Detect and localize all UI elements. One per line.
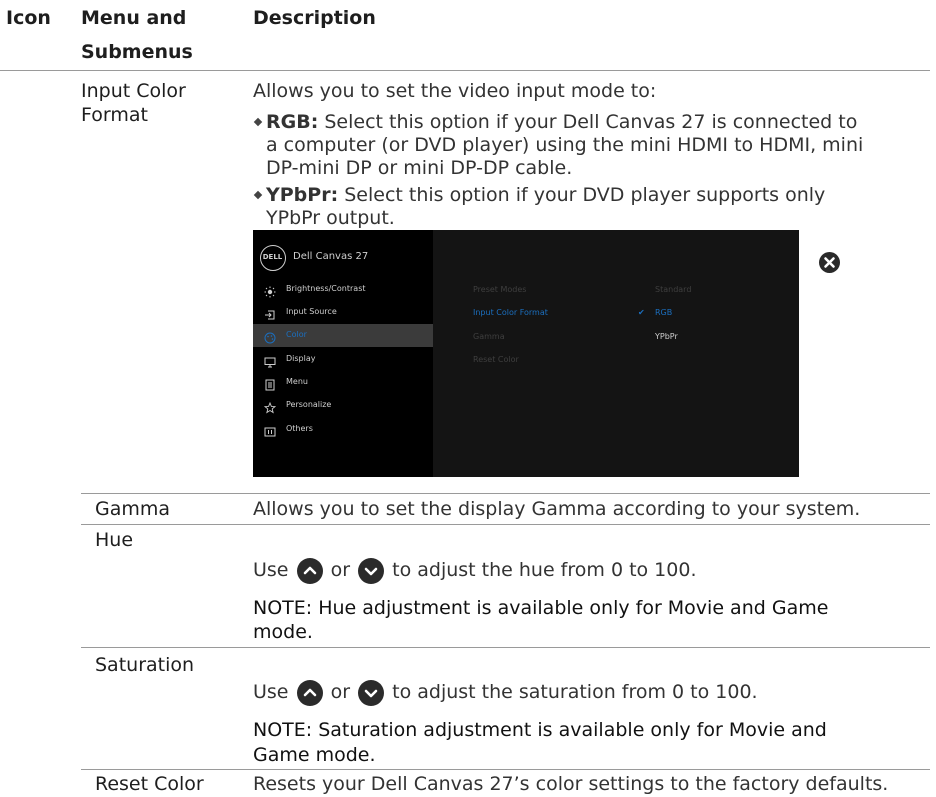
close-icon[interactable] xyxy=(819,252,840,273)
osd-submenu-label: Input Color Format xyxy=(473,308,548,317)
osd-submenu-item[interactable]: Preset Modes Standard xyxy=(433,285,799,301)
header-menu-line2: Submenus xyxy=(81,41,193,63)
osd-submenu: Preset Modes Standard Input Color Format ✔ R… xyxy=(433,230,799,477)
osd-submenu-value: Standard xyxy=(655,285,692,294)
saturation-note-1: NOTE: Saturation adjustment is available… xyxy=(253,719,827,741)
ypbpr-term: YPbPr: xyxy=(266,184,339,206)
down-arrow-icon xyxy=(358,557,385,584)
up-arrow-icon xyxy=(296,557,323,584)
osd-menu-screenshot: DELL Dell Canvas 27 Brightness/Contrast I… xyxy=(253,230,799,477)
bullet-icon xyxy=(253,190,263,200)
sun-icon xyxy=(264,283,276,298)
row-label-hue: Hue xyxy=(95,529,134,551)
saturation-or: or xyxy=(330,681,351,703)
header-description: Description xyxy=(253,7,376,29)
osd-main-menu: DELL Dell Canvas 27 Brightness/Contrast I… xyxy=(253,230,433,477)
saturation-use: Use xyxy=(253,681,289,703)
osd-submenu-label: Preset Modes xyxy=(473,285,527,294)
osd-menu-item-label: Menu xyxy=(286,377,308,386)
osd-menu-item[interactable]: Menu xyxy=(253,371,433,394)
hue-note-1: NOTE: Hue adjustment is available only f… xyxy=(253,597,829,619)
row-divider xyxy=(81,524,930,525)
rgb-desc-2: a computer (or DVD player) using the min… xyxy=(266,134,864,156)
osd-menu-item[interactable]: Brightness/Contrast xyxy=(253,278,433,301)
rgb-option-line1: RGB: Select this option if your Dell Can… xyxy=(253,111,857,134)
row-label-input-color-format-1: Input Color xyxy=(81,80,186,102)
dell-logo-text: DELL xyxy=(262,253,283,261)
hue-desc: Use or to adjust the hue from 0 to 100. xyxy=(253,556,697,584)
osd-menu-item-label: Color xyxy=(286,330,307,339)
osd-submenu-item[interactable]: Reset Color xyxy=(433,355,799,371)
osd-menu-item-label: Display xyxy=(286,354,316,363)
gamma-desc: Allows you to set the display Gamma acco… xyxy=(253,498,861,520)
header-menu-line1: Menu and xyxy=(81,7,187,29)
menu-list-icon xyxy=(264,376,276,391)
bullet-icon xyxy=(253,117,263,127)
down-arrow-icon xyxy=(358,679,385,706)
osd-menu-item-label: Brightness/Contrast xyxy=(286,284,366,293)
osd-menu-item-label: Personalize xyxy=(286,400,332,409)
rgb-term: RGB: xyxy=(266,111,319,133)
osd-submenu-value: RGB xyxy=(655,308,673,317)
saturation-note-2: Game mode. xyxy=(253,744,376,766)
reset-color-desc: Resets your Dell Canvas 27’s color setti… xyxy=(253,773,889,795)
hue-desc-tail: to adjust the hue from 0 to 100. xyxy=(392,559,697,581)
osd-submenu-item[interactable]: Gamma YPbPr xyxy=(433,332,799,348)
ypbpr-desc-1: Select this option if your DVD player su… xyxy=(338,184,826,206)
dell-logo: DELL xyxy=(260,245,286,271)
row-label-gamma: Gamma xyxy=(95,498,171,520)
row-label-input-color-format-2: Format xyxy=(81,104,148,126)
saturation-desc: Use or to adjust the saturation from 0 t… xyxy=(253,678,758,706)
star-icon xyxy=(263,399,277,414)
row-label-saturation: Saturation xyxy=(95,654,195,676)
ypbpr-option-line1: YPbPr: Select this option if your DVD pl… xyxy=(253,184,825,207)
osd-title: Dell Canvas 27 xyxy=(293,251,369,262)
hue-or: or xyxy=(330,559,351,581)
ypbpr-desc-2: YPbPr output. xyxy=(266,207,395,229)
osd-submenu-label: Reset Color xyxy=(473,355,519,364)
row-divider xyxy=(81,493,930,494)
up-arrow-icon xyxy=(296,679,323,706)
header-divider xyxy=(0,70,930,71)
header-icon: Icon xyxy=(6,7,51,29)
osd-menu-item[interactable]: Others xyxy=(253,418,433,441)
row-divider xyxy=(81,769,930,770)
check-icon: ✔ xyxy=(638,308,645,317)
osd-menu-item[interactable]: Input Source xyxy=(253,301,433,324)
monitor-icon xyxy=(264,353,276,368)
osd-menu-item[interactable]: Personalize xyxy=(253,394,433,417)
osd-menu-item[interactable]: Color xyxy=(253,324,433,347)
input-source-icon xyxy=(264,306,276,320)
osd-menu-item[interactable]: Display xyxy=(253,348,433,371)
osd-menu-item-label: Input Source xyxy=(286,307,337,316)
osd-submenu-value: YPbPr xyxy=(655,332,678,341)
palette-icon xyxy=(264,329,276,344)
hue-use: Use xyxy=(253,559,289,581)
osd-submenu-item[interactable]: Input Color Format ✔ RGB xyxy=(433,308,799,324)
rgb-desc-3: DP-mini DP or mini DP-DP cable. xyxy=(266,157,573,179)
osd-submenu-label: Gamma xyxy=(473,332,505,341)
row-label-reset-color: Reset Color xyxy=(95,773,204,795)
hue-note-2: mode. xyxy=(253,621,313,643)
saturation-desc-tail: to adjust the saturation from 0 to 100. xyxy=(392,681,758,703)
osd-menu-item-label: Others xyxy=(286,424,313,433)
row-divider xyxy=(81,647,930,648)
others-icon xyxy=(264,423,276,437)
rgb-desc-1: Select this option if your Dell Canvas 2… xyxy=(318,111,858,133)
input-color-format-intro: Allows you to set the video input mode t… xyxy=(253,80,657,102)
